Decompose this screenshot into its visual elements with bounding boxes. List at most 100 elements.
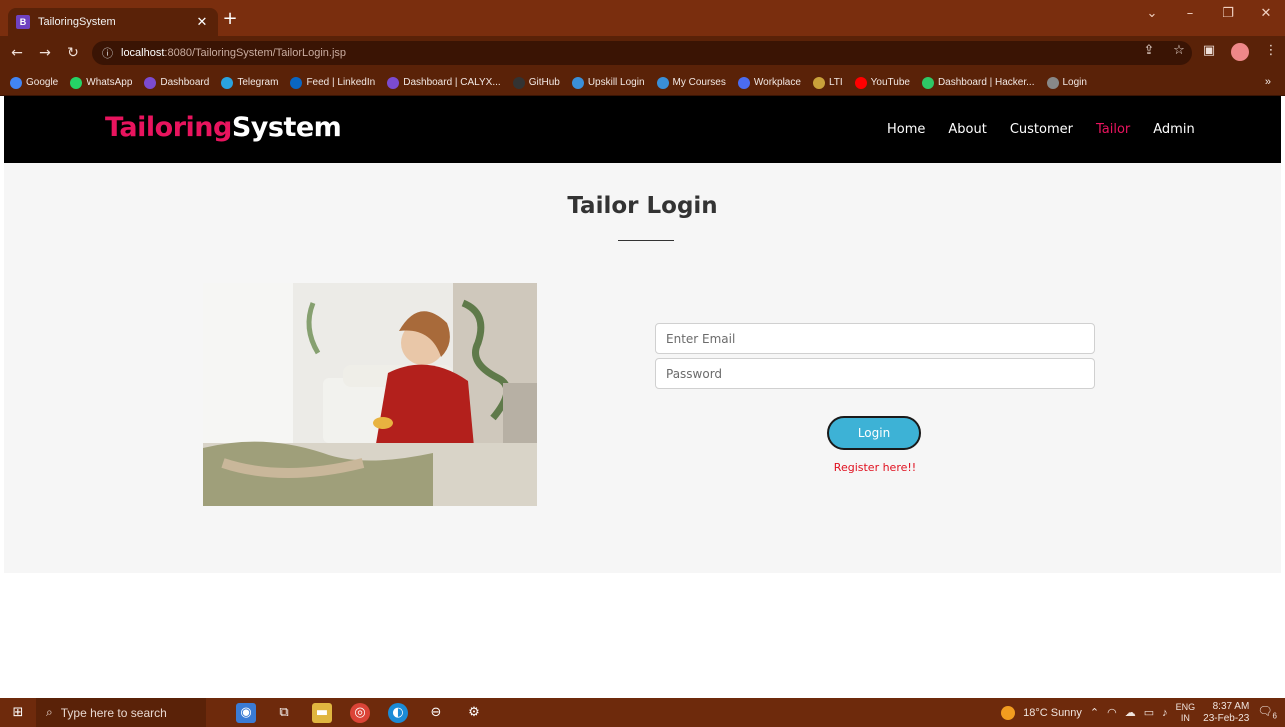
address-bar[interactable]: ⓘ localhost :8080/TailoringSystem/Tailor… [92,41,1192,65]
bookmark-label: GitHub [528,77,560,88]
site-info-icon[interactable]: ⓘ [102,45,113,61]
taskbar-clock[interactable]: 8:37 AM 23-Feb-23 [1203,701,1249,725]
minimize-icon[interactable]: – [1171,0,1209,26]
edge-icon[interactable]: ◐ [388,702,408,723]
bookmarks-bar: Google WhatsApp Dashboard Telegram Feed | Li… [0,70,1285,96]
tab-search-icon[interactable]: ⌄ [1133,0,1171,26]
profile-avatar-icon[interactable] [1231,43,1249,61]
weather-sun-icon[interactable] [1001,705,1016,720]
nav-admin[interactable]: Admin [1153,122,1194,137]
weather-text[interactable]: 18°C Sunny [1023,707,1082,719]
nav-tailor[interactable]: Tailor [1096,122,1130,137]
bookmark-item[interactable]: YouTube [854,76,910,89]
login-button[interactable]: Login [827,416,921,450]
bookmark-label: YouTube [870,77,910,88]
vpn-app-icon[interactable]: ⊖ [426,703,446,723]
calyx-icon [387,76,400,89]
forward-icon[interactable]: → [34,45,56,61]
bookmark-item[interactable]: Login [1046,76,1087,89]
nav-home[interactable]: Home [887,122,925,137]
tailor-photo-illustration [203,283,537,506]
url-host: localhost [121,47,165,59]
register-link[interactable]: Register here!! [655,461,1095,474]
password-input[interactable] [655,358,1095,389]
clock-date: 23-Feb-23 [1203,712,1250,724]
bookmark-label: Dashboard | CALYX... [403,77,501,88]
reload-icon[interactable]: ↻ [62,45,84,61]
taskbar-search-placeholder: Type here to search [60,705,167,720]
network-icon[interactable]: ◠ [1107,706,1117,719]
main-nav: Home About Customer Tailor Admin [887,122,1218,137]
site-logo[interactable]: TailoringSystem [105,112,342,143]
bookmark-item[interactable]: Workplace [737,76,801,89]
restore-icon[interactable]: ❐ [1209,0,1247,26]
tab-close-icon[interactable]: ✕ [194,14,210,30]
volume-icon[interactable]: ♪ [1162,707,1168,719]
window-controls: ⌄ – ❐ ✕ [1133,0,1285,36]
new-tab-button[interactable]: + [220,10,240,30]
tailor-sewing-photo [203,283,537,506]
upskill-icon [571,76,584,89]
language-indicator[interactable]: ENG IN [1176,702,1196,724]
linkedin-icon [290,76,303,89]
bookmark-item[interactable]: GitHub [512,76,560,89]
windows-start-icon[interactable]: ⊞ [0,698,36,727]
onedrive-icon[interactable]: ☁ [1125,706,1136,719]
logo-part-tailoring: Tailoring [105,112,232,143]
taskbar-pinned-apps: ◉ ⧉ ▬ ◎ ◐ ⊖ ⚙ [236,702,484,723]
news-widget-icon[interactable]: ◉ [236,702,256,723]
bookmark-item[interactable]: Dashboard | CALYX... [387,76,501,89]
logo-part-system: System [231,112,342,143]
bookmark-label: Feed | LinkedIn [306,77,376,88]
settings-icon[interactable]: ⚙ [464,703,484,723]
bookmark-label: Dashboard [160,77,210,88]
notification-count: 6 [1272,711,1277,721]
site-header: TailoringSystem Home About Customer Tailor A… [4,96,1281,163]
bookmark-item[interactable]: WhatsApp [70,76,132,89]
bookmarks-more-icon[interactable]: » [1265,76,1271,88]
close-window-icon[interactable]: ✕ [1247,0,1285,26]
sidepanel-icon[interactable]: ▣ [1201,43,1217,61]
youtube-icon [854,76,867,89]
bookmark-item[interactable]: Google [10,76,58,89]
browser-tab-active[interactable]: B TailoringSystem ✕ [8,8,218,36]
nav-customer[interactable]: Customer [1010,122,1073,137]
windows-taskbar: ⊞ ⌕ Type here to search ◉ ⧉ ▬ ◎ ◐ ⊖ ⚙ 18… [0,698,1285,727]
tray-chevron-icon[interactable]: ⌃ [1090,706,1099,719]
email-input[interactable] [655,323,1095,354]
battery-icon[interactable]: ▭ [1144,706,1154,719]
task-view-icon[interactable]: ⧉ [274,703,294,723]
login-form: Login Register here!! [655,323,1095,474]
lti-icon [812,76,825,89]
notifications-icon[interactable]: 🗨6 [1257,704,1277,720]
share-icon[interactable]: ⇪ [1141,43,1157,61]
login-section: Tailor Login Enter Email Login Register … [4,163,1281,573]
bookmark-item[interactable]: Dashboard | Hacker... [921,76,1035,89]
google-icon [10,76,22,89]
screen: B TailoringSystem ✕ + ⌄ – ❐ ✕ ← → ↻ ⓘ lo… [0,0,1285,727]
browser-tab-bar: B TailoringSystem ✕ + ⌄ – ❐ ✕ [0,0,1285,36]
page-title: Tailor Login [567,193,718,219]
bookmark-item[interactable]: LTI [812,76,843,89]
taskbar-search[interactable]: ⌕ Type here to search [36,698,206,727]
dashboard-icon [144,76,157,89]
lang-bottom: IN [1180,712,1190,723]
bookmark-label: My Courses [672,77,726,88]
chrome-icon[interactable]: ◎ [350,702,370,723]
bookmark-label: Dashboard | Hacker... [937,77,1035,88]
bookmark-item[interactable]: Feed | LinkedIn [290,76,376,89]
bookmark-item[interactable]: Upskill Login [571,76,645,89]
bookmark-star-icon[interactable]: ☆ [1171,43,1187,61]
bookmark-item[interactable]: Dashboard [144,76,210,89]
bookmark-item[interactable]: My Courses [656,76,726,89]
file-explorer-icon[interactable]: ▬ [312,702,332,723]
menu-kebab-icon[interactable]: ⋮ [1263,43,1279,61]
bookmark-item[interactable]: Telegram [221,76,278,89]
browser-toolbar: ← → ↻ ⓘ localhost :8080/TailoringSystem/… [0,36,1285,70]
bookmark-label: Workplace [753,77,801,88]
nav-about[interactable]: About [948,122,986,137]
back-icon[interactable]: ← [6,45,28,61]
clock-time: 8:37 AM [1212,700,1250,712]
url-path: :8080/TailoringSystem/TailorLogin.jsp [164,47,347,59]
tab-title: TailoringSystem [38,16,116,28]
